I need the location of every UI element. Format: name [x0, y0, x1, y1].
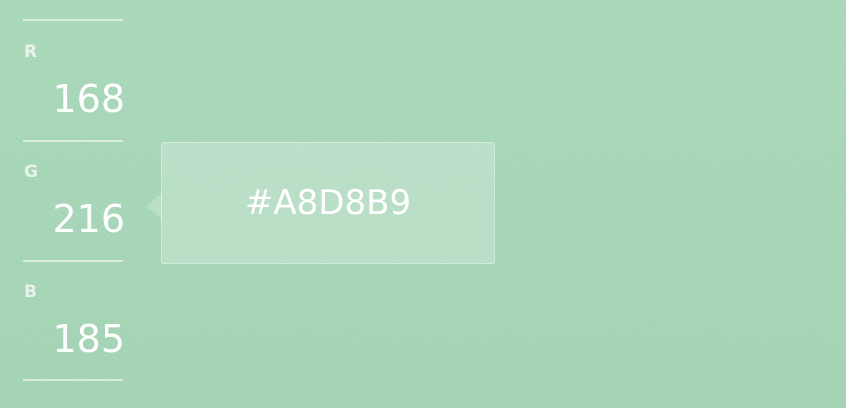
divider-bottom — [23, 379, 123, 381]
channel-label-g: G — [24, 162, 38, 182]
channel-value-g: 216 — [52, 197, 125, 241]
channel-value-b: 185 — [52, 317, 125, 361]
divider-r-g — [23, 140, 123, 142]
channel-value-r: 168 — [52, 77, 125, 121]
divider-g-b — [23, 260, 123, 262]
hex-code-tooltip[interactable]: #A8D8B9 — [146, 142, 495, 264]
tooltip-arrow — [146, 193, 162, 219]
channel-label-r: R — [24, 42, 38, 62]
hex-code-text: #A8D8B9 — [244, 183, 412, 223]
rgb-channel-list: R 168 G 216 B 185 — [23, 0, 125, 408]
divider-top — [23, 19, 123, 21]
channel-label-b: B — [24, 282, 37, 302]
